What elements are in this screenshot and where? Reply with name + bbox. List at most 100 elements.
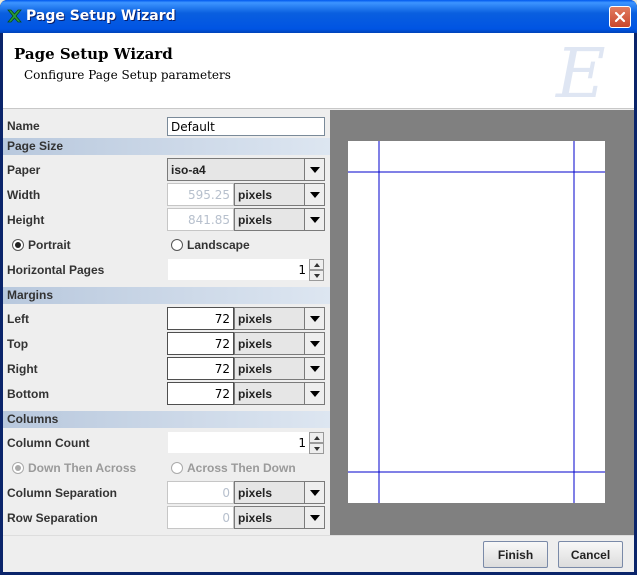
preview-paper	[348, 141, 605, 503]
across-then-down-label: Across Then Down	[187, 461, 296, 475]
width-label: Width	[7, 188, 41, 202]
portrait-radio[interactable]: Portrait	[12, 238, 71, 252]
setup-form: Name Default Page Size Paper iso-a4 Widt…	[3, 112, 330, 532]
paper-row: Paper iso-a4	[3, 158, 330, 183]
horizontal-pages-value: 1	[298, 263, 306, 277]
horizontal-pages-spinner[interactable]: 1	[167, 258, 325, 281]
chevron-down-icon[interactable]	[304, 209, 324, 230]
margin-right-field[interactable]: 72	[167, 357, 234, 380]
margin-right-unit-value: pixels	[238, 362, 273, 376]
row-separation-row: Row Separation 0 pixels	[3, 506, 330, 531]
column-order-row: Down Then Across Across Then Down	[3, 456, 330, 481]
section-margins-label: Margins	[7, 288, 54, 302]
column-separation-field[interactable]: 0	[167, 481, 234, 504]
window-title: Page Setup Wizard	[26, 8, 176, 24]
margin-left-unit-select[interactable]: pixels	[234, 307, 325, 330]
cancel-button[interactable]: Cancel	[558, 541, 623, 568]
chevron-down-icon[interactable]	[304, 184, 324, 205]
margin-left-field[interactable]: 72	[167, 307, 234, 330]
across-then-down-radio[interactable]: Across Then Down	[171, 461, 296, 475]
margin-guides	[348, 141, 605, 503]
margin-top-unit-select[interactable]: pixels	[234, 332, 325, 355]
spinner-down-icon[interactable]	[309, 270, 324, 281]
margin-bottom-field[interactable]: 72	[167, 382, 234, 405]
margin-bottom-unit-select[interactable]: pixels	[234, 382, 325, 405]
orientation-row: Portrait Landscape	[3, 233, 330, 258]
chevron-down-icon[interactable]	[304, 308, 324, 329]
section-margins: Margins	[3, 287, 330, 304]
row-separation-label: Row Separation	[7, 511, 98, 525]
portrait-label: Portrait	[28, 238, 71, 252]
down-then-across-radio[interactable]: Down Then Across	[12, 461, 136, 475]
section-page-size-label: Page Size	[7, 139, 64, 153]
margin-left-unit-value: pixels	[238, 312, 273, 326]
margin-bottom-row: Bottom 72 pixels	[3, 382, 330, 407]
chevron-down-icon[interactable]	[304, 159, 324, 180]
height-unit-value: pixels	[238, 213, 273, 227]
column-separation-unit-value: pixels	[238, 486, 273, 500]
paper-select[interactable]: iso-a4	[167, 158, 325, 181]
margin-top-unit-value: pixels	[238, 337, 273, 351]
wizard-header: Page Setup Wizard Configure Page Setup p…	[3, 33, 634, 109]
spinner-up-icon[interactable]	[309, 259, 324, 270]
margin-top-field[interactable]: 72	[167, 332, 234, 355]
margin-left-row: Left 72 pixels	[3, 307, 330, 332]
close-icon	[614, 11, 626, 23]
paper-select-value: iso-a4	[171, 163, 206, 177]
margin-top-label: Top	[7, 337, 29, 351]
spinner-up-icon[interactable]	[309, 432, 324, 443]
name-row: Name Default	[3, 114, 330, 139]
column-separation-row: Column Separation 0 pixels	[3, 481, 330, 506]
name-field[interactable]: Default	[167, 117, 325, 136]
title-bar[interactable]: Page Setup Wizard	[0, 0, 637, 33]
margin-right-unit-select[interactable]: pixels	[234, 357, 325, 380]
button-bar: Finish Cancel	[3, 535, 634, 572]
svg-text:E: E	[554, 35, 606, 107]
radio-unselected-icon	[171, 239, 183, 251]
row-separation-unit-value: pixels	[238, 511, 273, 525]
finish-button[interactable]: Finish	[483, 541, 548, 568]
dialog-body: Page Setup Wizard Configure Page Setup p…	[3, 33, 634, 572]
chevron-down-icon[interactable]	[304, 383, 324, 404]
landscape-label: Landscape	[187, 238, 250, 252]
section-page-size: Page Size	[3, 138, 330, 155]
row-separation-field[interactable]: 0	[167, 506, 234, 529]
height-field[interactable]: 841.85	[167, 208, 234, 231]
height-unit-select[interactable]: pixels	[234, 208, 325, 231]
column-count-value: 1	[298, 436, 306, 450]
wizard-window: Page Setup Wizard Page Setup Wizard Conf…	[0, 0, 637, 575]
spinner-down-icon[interactable]	[309, 443, 324, 454]
width-field[interactable]: 595.25	[167, 183, 234, 206]
page-preview	[330, 110, 634, 535]
horizontal-pages-label: Horizontal Pages	[7, 263, 105, 277]
column-count-label: Column Count	[7, 436, 90, 450]
radio-unselected-icon	[171, 462, 183, 474]
radio-selected-icon	[12, 239, 24, 251]
margin-right-label: Right	[7, 362, 38, 376]
margin-right-row: Right 72 pixels	[3, 357, 330, 382]
horizontal-pages-row: Horizontal Pages 1	[3, 258, 330, 283]
close-button[interactable]	[609, 6, 631, 28]
down-then-across-label: Down Then Across	[28, 461, 137, 475]
section-columns: Columns	[3, 411, 330, 428]
radio-selected-icon	[12, 462, 24, 474]
column-separation-label: Column Separation	[7, 486, 118, 500]
row-separation-unit-select[interactable]: pixels	[234, 506, 325, 529]
margin-left-label: Left	[7, 312, 29, 326]
margin-bottom-unit-value: pixels	[238, 387, 273, 401]
width-unit-value: pixels	[238, 188, 273, 202]
chevron-down-icon[interactable]	[304, 482, 324, 503]
margin-top-row: Top 72 pixels	[3, 332, 330, 357]
header-subtitle: Configure Page Setup parameters	[24, 68, 231, 82]
chevron-down-icon[interactable]	[304, 333, 324, 354]
column-count-row: Column Count 1	[3, 431, 330, 456]
column-count-spinner[interactable]: 1	[167, 431, 325, 454]
column-separation-unit-select[interactable]: pixels	[234, 481, 325, 504]
chevron-down-icon[interactable]	[304, 358, 324, 379]
section-columns-label: Columns	[7, 412, 59, 426]
margin-bottom-label: Bottom	[7, 387, 49, 401]
height-label: Height	[7, 213, 45, 227]
landscape-radio[interactable]: Landscape	[171, 238, 250, 252]
chevron-down-icon[interactable]	[304, 507, 324, 528]
width-unit-select[interactable]: pixels	[234, 183, 325, 206]
